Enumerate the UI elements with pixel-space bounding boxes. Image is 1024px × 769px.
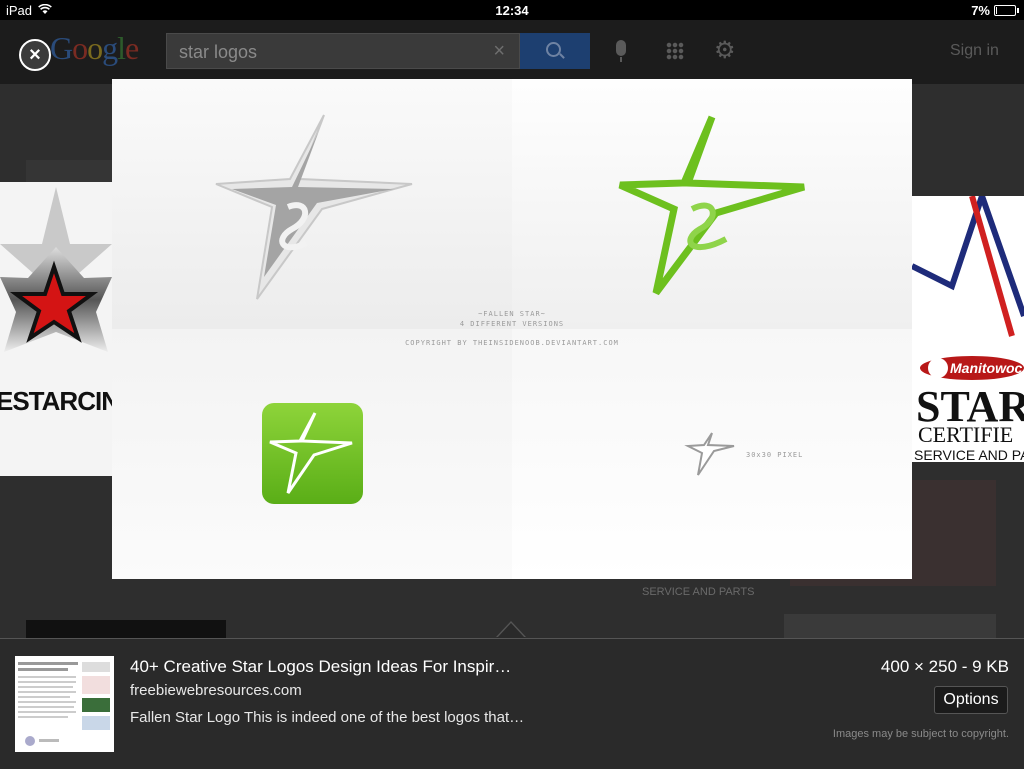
gear-icon[interactable]: ⚙	[714, 39, 736, 63]
preview-quadrant: 30x30 PIXEL	[512, 329, 912, 579]
green-star-logo	[618, 115, 805, 296]
certified-star-image: Manitowoc STAR CERTIFIE SERVICE AND PA	[912, 196, 1024, 462]
close-icon: ×	[29, 44, 41, 66]
image-info-panel: 40+ Creative Star Logos Design Ideas For…	[0, 638, 1024, 769]
copyright-notice: Images may be subject to copyright.	[832, 728, 1009, 740]
result-thumbnail[interactable]	[26, 620, 226, 638]
google-logo[interactable]: Google	[50, 30, 139, 67]
result-caption: SERVICE AND PARTS	[642, 586, 755, 598]
pointer-arrow	[497, 623, 525, 638]
svg-text:SERVICE AND PA: SERVICE AND PA	[914, 447, 1024, 462]
source-domain[interactable]: freebiewebresources.com	[130, 682, 302, 699]
green-app-icon-logo	[262, 403, 363, 504]
gray-star-logo	[215, 114, 413, 300]
preview-quadrant	[512, 79, 912, 329]
options-button[interactable]: Options	[934, 686, 1008, 714]
image-preview[interactable]: 30x30 PIXEL ~FALLEN STAR~ 4 DIFFERENT VE…	[112, 79, 912, 579]
previous-image-thumbnail[interactable]: ESTARCIN	[0, 182, 112, 476]
result-title[interactable]: 40+ Creative Star Logos Design Ideas For…	[130, 657, 511, 677]
preview-quadrant	[112, 79, 512, 329]
image-caption: 4 DIFFERENT VERSIONS	[459, 320, 565, 328]
clear-icon[interactable]: ×	[493, 40, 505, 63]
image-caption: ~FALLEN STAR~	[478, 310, 546, 318]
status-bar: iPad 12:34 7%	[0, 0, 1024, 20]
source-page-thumbnail[interactable]	[15, 656, 114, 752]
search-input[interactable]: star logos ×	[166, 33, 520, 69]
svg-text:ESTARCIN: ESTARCIN	[0, 386, 112, 416]
star-logo-image: ESTARCIN	[0, 187, 112, 416]
image-size: 400 × 250 - 9 KB	[880, 657, 1009, 676]
webpage-preview-image	[18, 662, 110, 746]
image-caption: COPYRIGHT BY THEINSIDENOOB.DEVIANTART.CO…	[405, 339, 619, 347]
result-description: Fallen Star Logo This is indeed one of t…	[130, 709, 525, 726]
microphone-icon[interactable]	[616, 40, 626, 62]
search-query: star logos	[179, 42, 258, 62]
svg-text:Manitowoc: Manitowoc	[950, 360, 1023, 376]
result-thumbnail[interactable]	[784, 614, 996, 638]
svg-text:CERTIFIE: CERTIFIE	[918, 422, 1013, 447]
result-thumbnail[interactable]	[26, 160, 112, 182]
svg-text:30x30 PIXEL: 30x30 PIXEL	[746, 451, 803, 459]
sign-in-link[interactable]: Sign in	[950, 42, 999, 60]
small-star-logo: 30x30 PIXEL	[684, 432, 803, 476]
close-button[interactable]: ×	[19, 39, 51, 71]
apps-grid-icon[interactable]	[666, 42, 684, 60]
search-button[interactable]	[520, 33, 590, 69]
battery-icon	[994, 5, 1019, 16]
next-image-thumbnail[interactable]: Manitowoc STAR CERTIFIE SERVICE AND PA	[912, 196, 1024, 462]
clock: 12:34	[495, 3, 529, 18]
search-icon	[546, 42, 561, 57]
battery-percent: 7%	[971, 3, 990, 18]
preview-quadrant	[112, 329, 512, 579]
